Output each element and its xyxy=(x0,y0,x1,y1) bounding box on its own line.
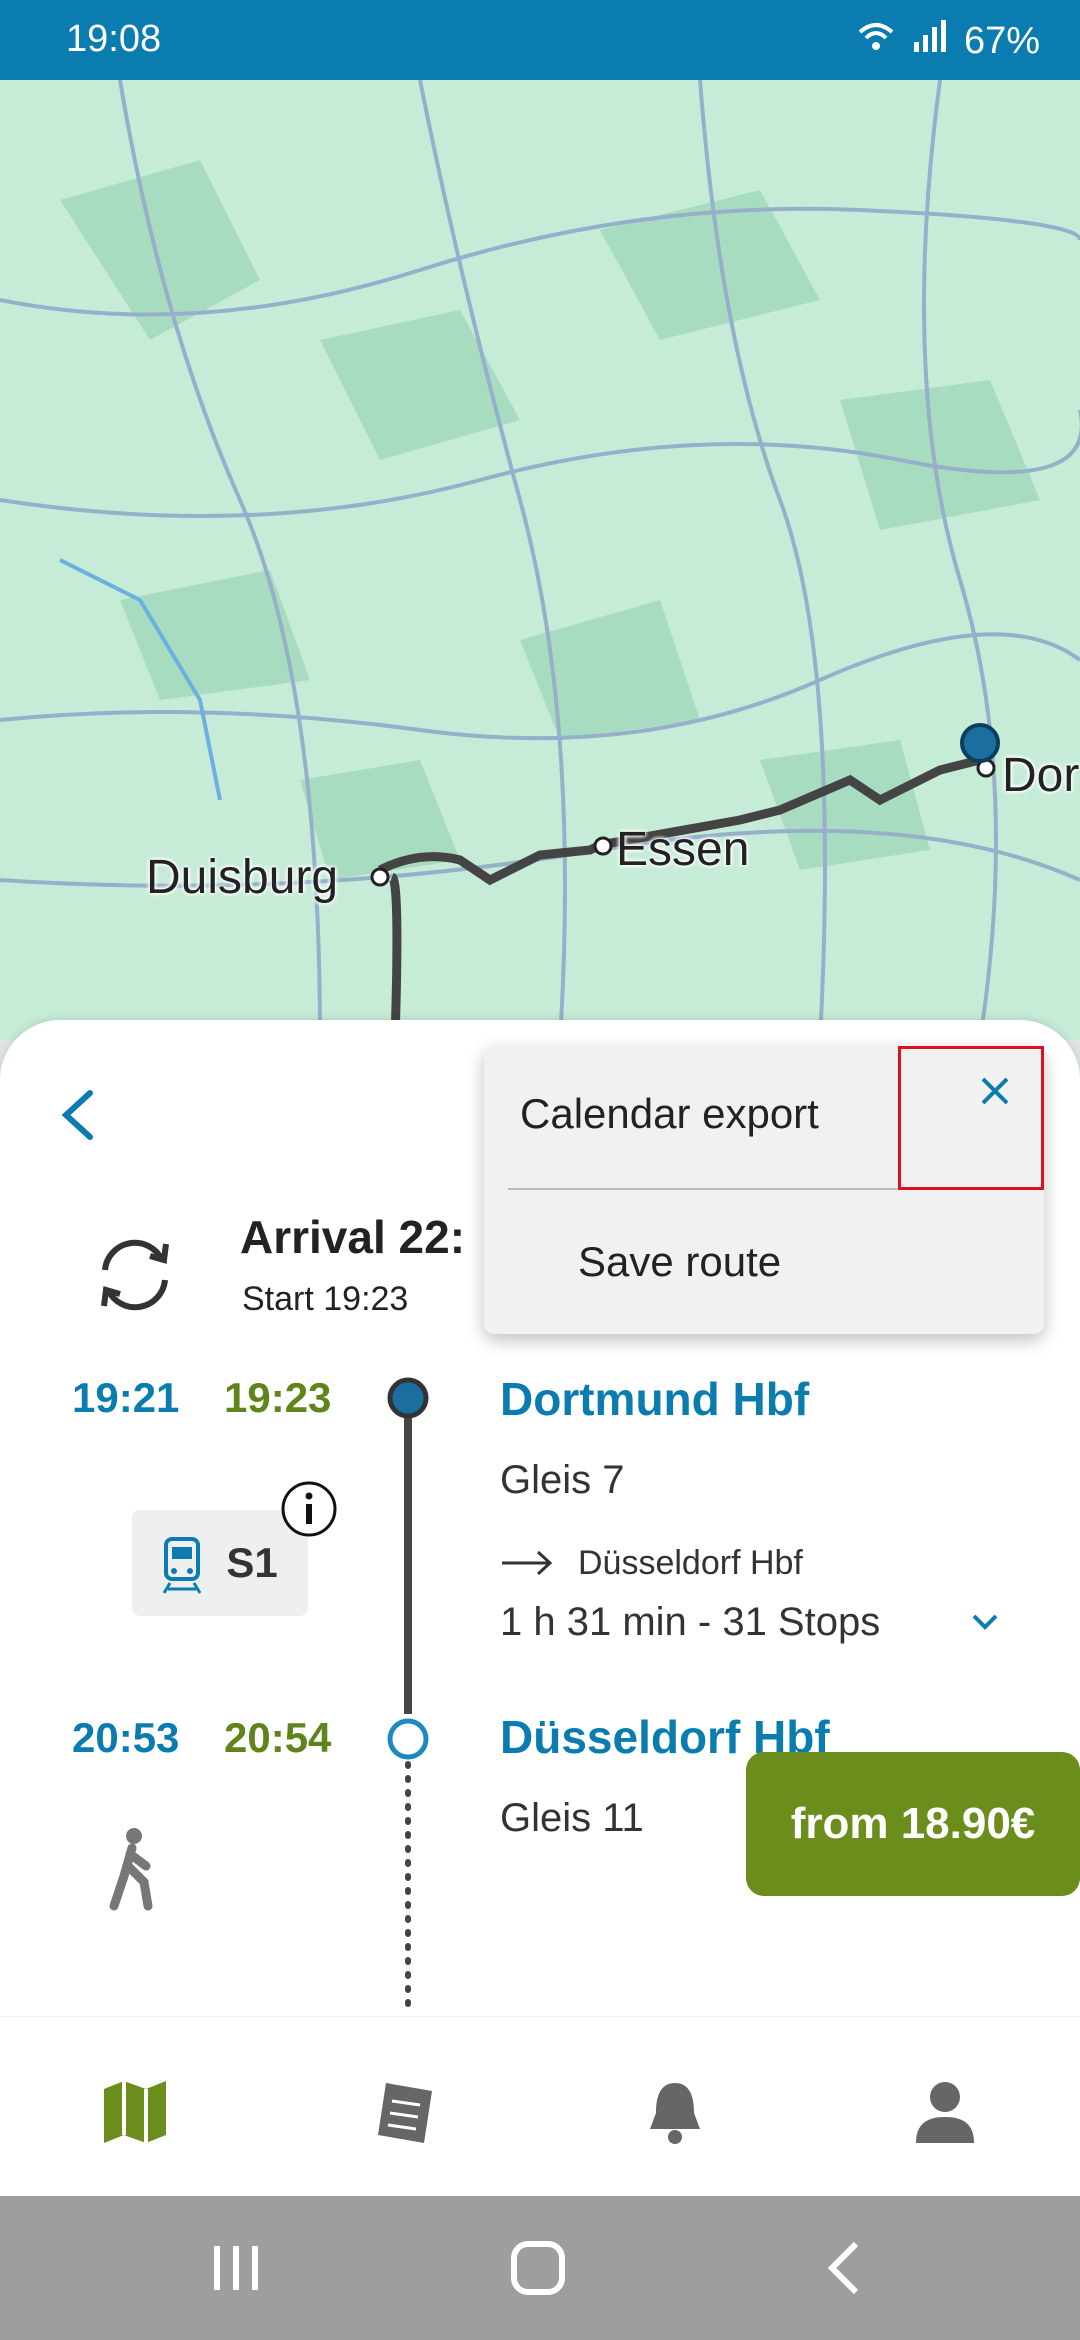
info-icon xyxy=(281,1481,337,1537)
system-navigation-bar xyxy=(0,2196,1080,2340)
trip-duration[interactable]: 1 h 31 min - 31 Stops xyxy=(500,1600,880,1645)
nav-notifications-tab[interactable] xyxy=(640,2077,710,2147)
chevron-down-icon[interactable] xyxy=(970,1610,1000,1634)
calendar-export-item[interactable]: Calendar export xyxy=(520,1090,819,1138)
signal-icon xyxy=(912,18,948,64)
nav-map-tab[interactable] xyxy=(100,2077,170,2147)
map-label-dortmund: Dor xyxy=(1002,749,1080,802)
tram-icon xyxy=(163,1537,202,1594)
home-icon[interactable] xyxy=(508,2238,568,2298)
stop2-platform: Gleis 11 xyxy=(500,1796,644,1840)
status-icons: 67% xyxy=(856,18,1040,64)
nav-tickets-tab[interactable] xyxy=(370,2077,440,2147)
chevron-left-icon xyxy=(61,1090,93,1140)
price-button[interactable]: from 18.90€ xyxy=(746,1752,1080,1896)
stop2-planned-time: 20:53 xyxy=(72,1714,180,1761)
map-label-essen: Essen xyxy=(616,823,750,876)
stop1-station[interactable]: Dortmund Hbf xyxy=(500,1372,809,1426)
route-map[interactable]: Duisburg Essen Dor xyxy=(0,80,1080,1040)
back-nav-icon[interactable] xyxy=(816,2238,876,2298)
nav-profile-tab[interactable] xyxy=(910,2077,980,2147)
start-time: Start 19:23 xyxy=(242,1280,409,1318)
stop1-planned-time: 19:21 xyxy=(72,1374,180,1421)
wifi-icon xyxy=(856,18,896,64)
arrow-right-icon xyxy=(502,1550,553,1576)
info-button[interactable] xyxy=(280,1480,338,1538)
tickets-icon xyxy=(378,2083,432,2143)
refresh-icon xyxy=(101,1239,169,1311)
back-button[interactable] xyxy=(50,1085,110,1145)
bottom-navigation xyxy=(0,2016,1080,2197)
route-timeline xyxy=(387,1377,429,2014)
stop2-actual-time: 20:54 xyxy=(224,1714,332,1761)
bell-icon xyxy=(650,2083,700,2144)
recent-apps-icon[interactable] xyxy=(206,2238,266,2298)
map-label-duisburg: Duisburg xyxy=(146,851,339,904)
refresh-button[interactable] xyxy=(90,1230,180,1320)
stop1-platform: Gleis 7 xyxy=(500,1458,625,1502)
arrival-time: Arrival 22: xyxy=(240,1211,466,1263)
profile-icon xyxy=(916,2082,974,2143)
battery-text: 67% xyxy=(963,19,1040,62)
close-icon xyxy=(981,1077,1009,1105)
overflow-menu: Calendar export Save route xyxy=(484,1046,1044,1334)
status-time: 19:08 xyxy=(66,18,162,60)
close-menu-button[interactable] xyxy=(898,1046,1044,1190)
save-route-item[interactable]: Save route xyxy=(578,1238,781,1286)
status-bar: 19:08 67% xyxy=(0,0,1080,80)
map-icon xyxy=(104,2081,166,2143)
direction-destination: Düsseldorf Hbf xyxy=(578,1544,803,1582)
walking-icon xyxy=(109,1828,153,1911)
stop1-actual-time: 19:23 xyxy=(224,1374,332,1421)
line-name: S1 xyxy=(226,1539,278,1586)
